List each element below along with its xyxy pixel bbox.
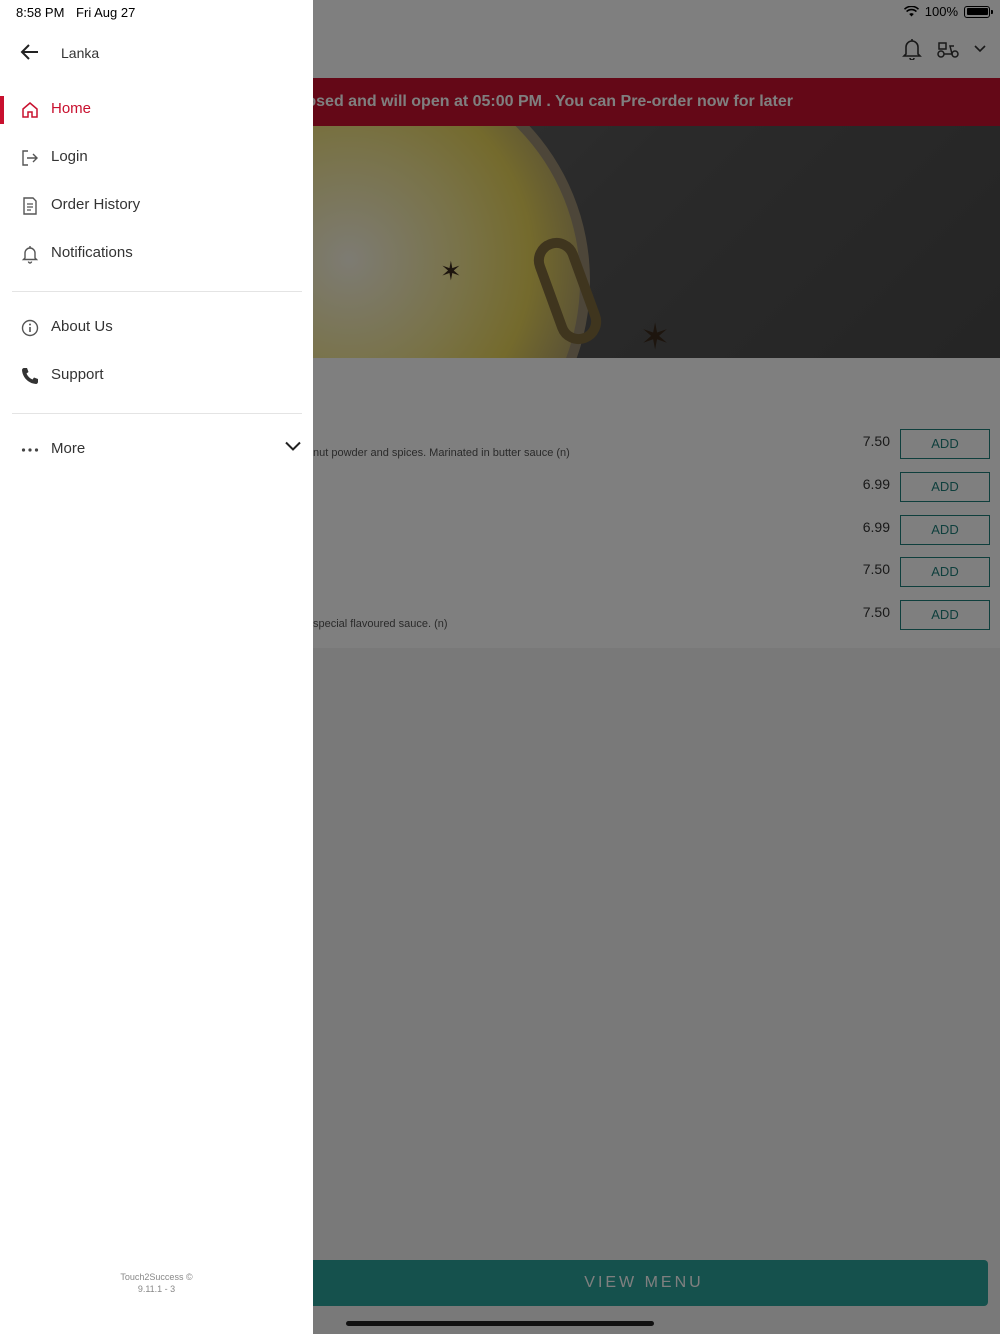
nav-label: About Us	[51, 318, 113, 335]
status-time: 8:58 PM	[16, 5, 65, 20]
nav-label: Login	[51, 148, 88, 165]
receipt-icon	[23, 197, 37, 215]
nav-label: Notifications	[51, 244, 133, 261]
nav-item-notifications[interactable]: Notifications	[0, 232, 313, 276]
info-icon	[21, 319, 39, 337]
nav-label: Support	[51, 366, 104, 383]
home-icon	[22, 102, 38, 118]
nav-label: Order History	[51, 196, 141, 213]
nav-item-home[interactable]: Home	[0, 88, 313, 132]
nav-label: More	[51, 440, 86, 457]
nav-item-login[interactable]: Login	[0, 136, 313, 180]
footer-version: 9.11.1 - 3	[137, 1284, 176, 1294]
status-date: Fri Aug 27	[76, 5, 136, 20]
side-drawer: 8:58 PM Fri Aug 27 Lanka Home Login Orde…	[0, 0, 313, 1334]
phone-icon	[22, 368, 38, 384]
status-bar-left: 8:58 PM Fri Aug 27	[16, 5, 135, 20]
active-indicator	[0, 96, 4, 124]
nav-item-about-us[interactable]: About Us	[0, 306, 313, 350]
back-arrow-icon[interactable]	[20, 42, 40, 62]
store-name: Lanka	[61, 45, 100, 61]
login-icon	[22, 150, 38, 166]
nav-item-more[interactable]: More	[0, 428, 313, 472]
nav-item-order-history[interactable]: Order History	[0, 184, 313, 228]
nav-label: Home	[51, 100, 92, 117]
drawer-header: Lanka	[0, 30, 313, 78]
divider	[12, 291, 302, 292]
chevron-down-icon[interactable]	[285, 441, 301, 451]
home-indicator	[346, 1321, 654, 1326]
more-dots-icon	[21, 448, 39, 452]
footer-brand: Touch2Success ©	[120, 1272, 193, 1282]
nav-item-support[interactable]: Support	[0, 354, 313, 398]
app-footer: Touch2Success © 9.11.1 - 3	[0, 1271, 313, 1295]
divider	[12, 413, 302, 414]
bell-icon	[21, 246, 39, 264]
